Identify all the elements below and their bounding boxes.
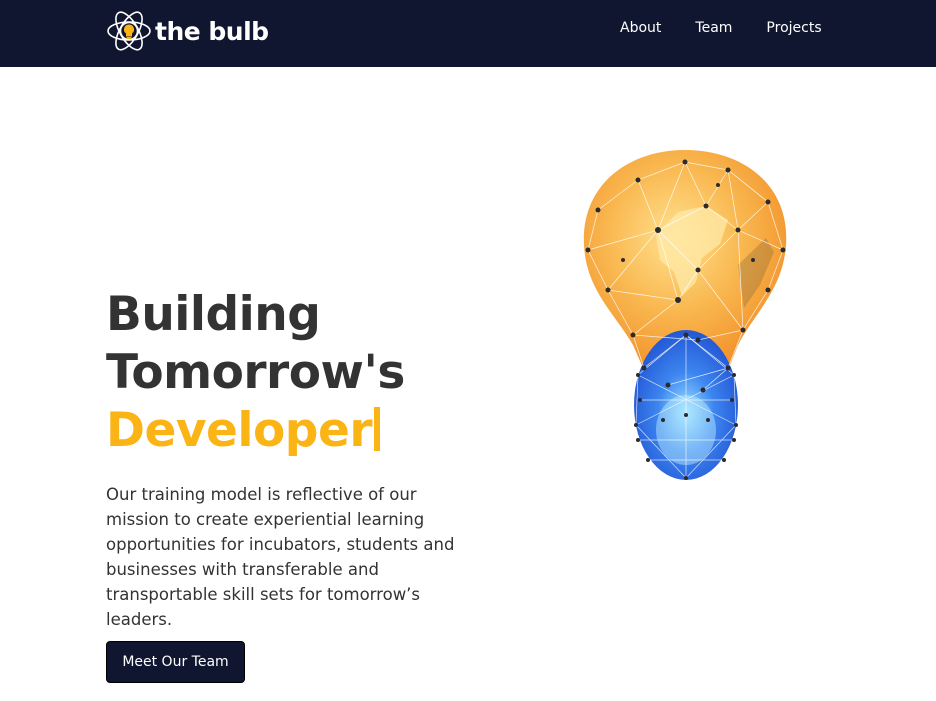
hero-title: Building Tomorrow's Developer [106,286,405,460]
nav-link-projects[interactable]: Projects [766,18,821,38]
typed-word: Developer [106,403,373,458]
atom-bulb-icon [107,11,151,51]
nav-link-team[interactable]: Team [695,18,732,38]
brand-link[interactable]: the bulb [106,7,269,55]
navbar: the bulb About Team Projects [0,0,936,67]
lightbulb-illustration [583,150,787,480]
hero-title-line-2: Tomorrow's [106,345,405,400]
typing-caret [374,407,381,451]
main-nav: About Team Projects [620,18,822,38]
nav-link-about[interactable]: About [620,18,661,38]
hero-title-line-1: Building [106,287,321,342]
hero-title-line-3: Developer [106,402,405,460]
meet-team-button[interactable]: Meet Our Team [106,641,245,683]
hero-description: Our training model is reflective of our … [106,485,455,629]
brand-name: the bulb [155,16,269,46]
